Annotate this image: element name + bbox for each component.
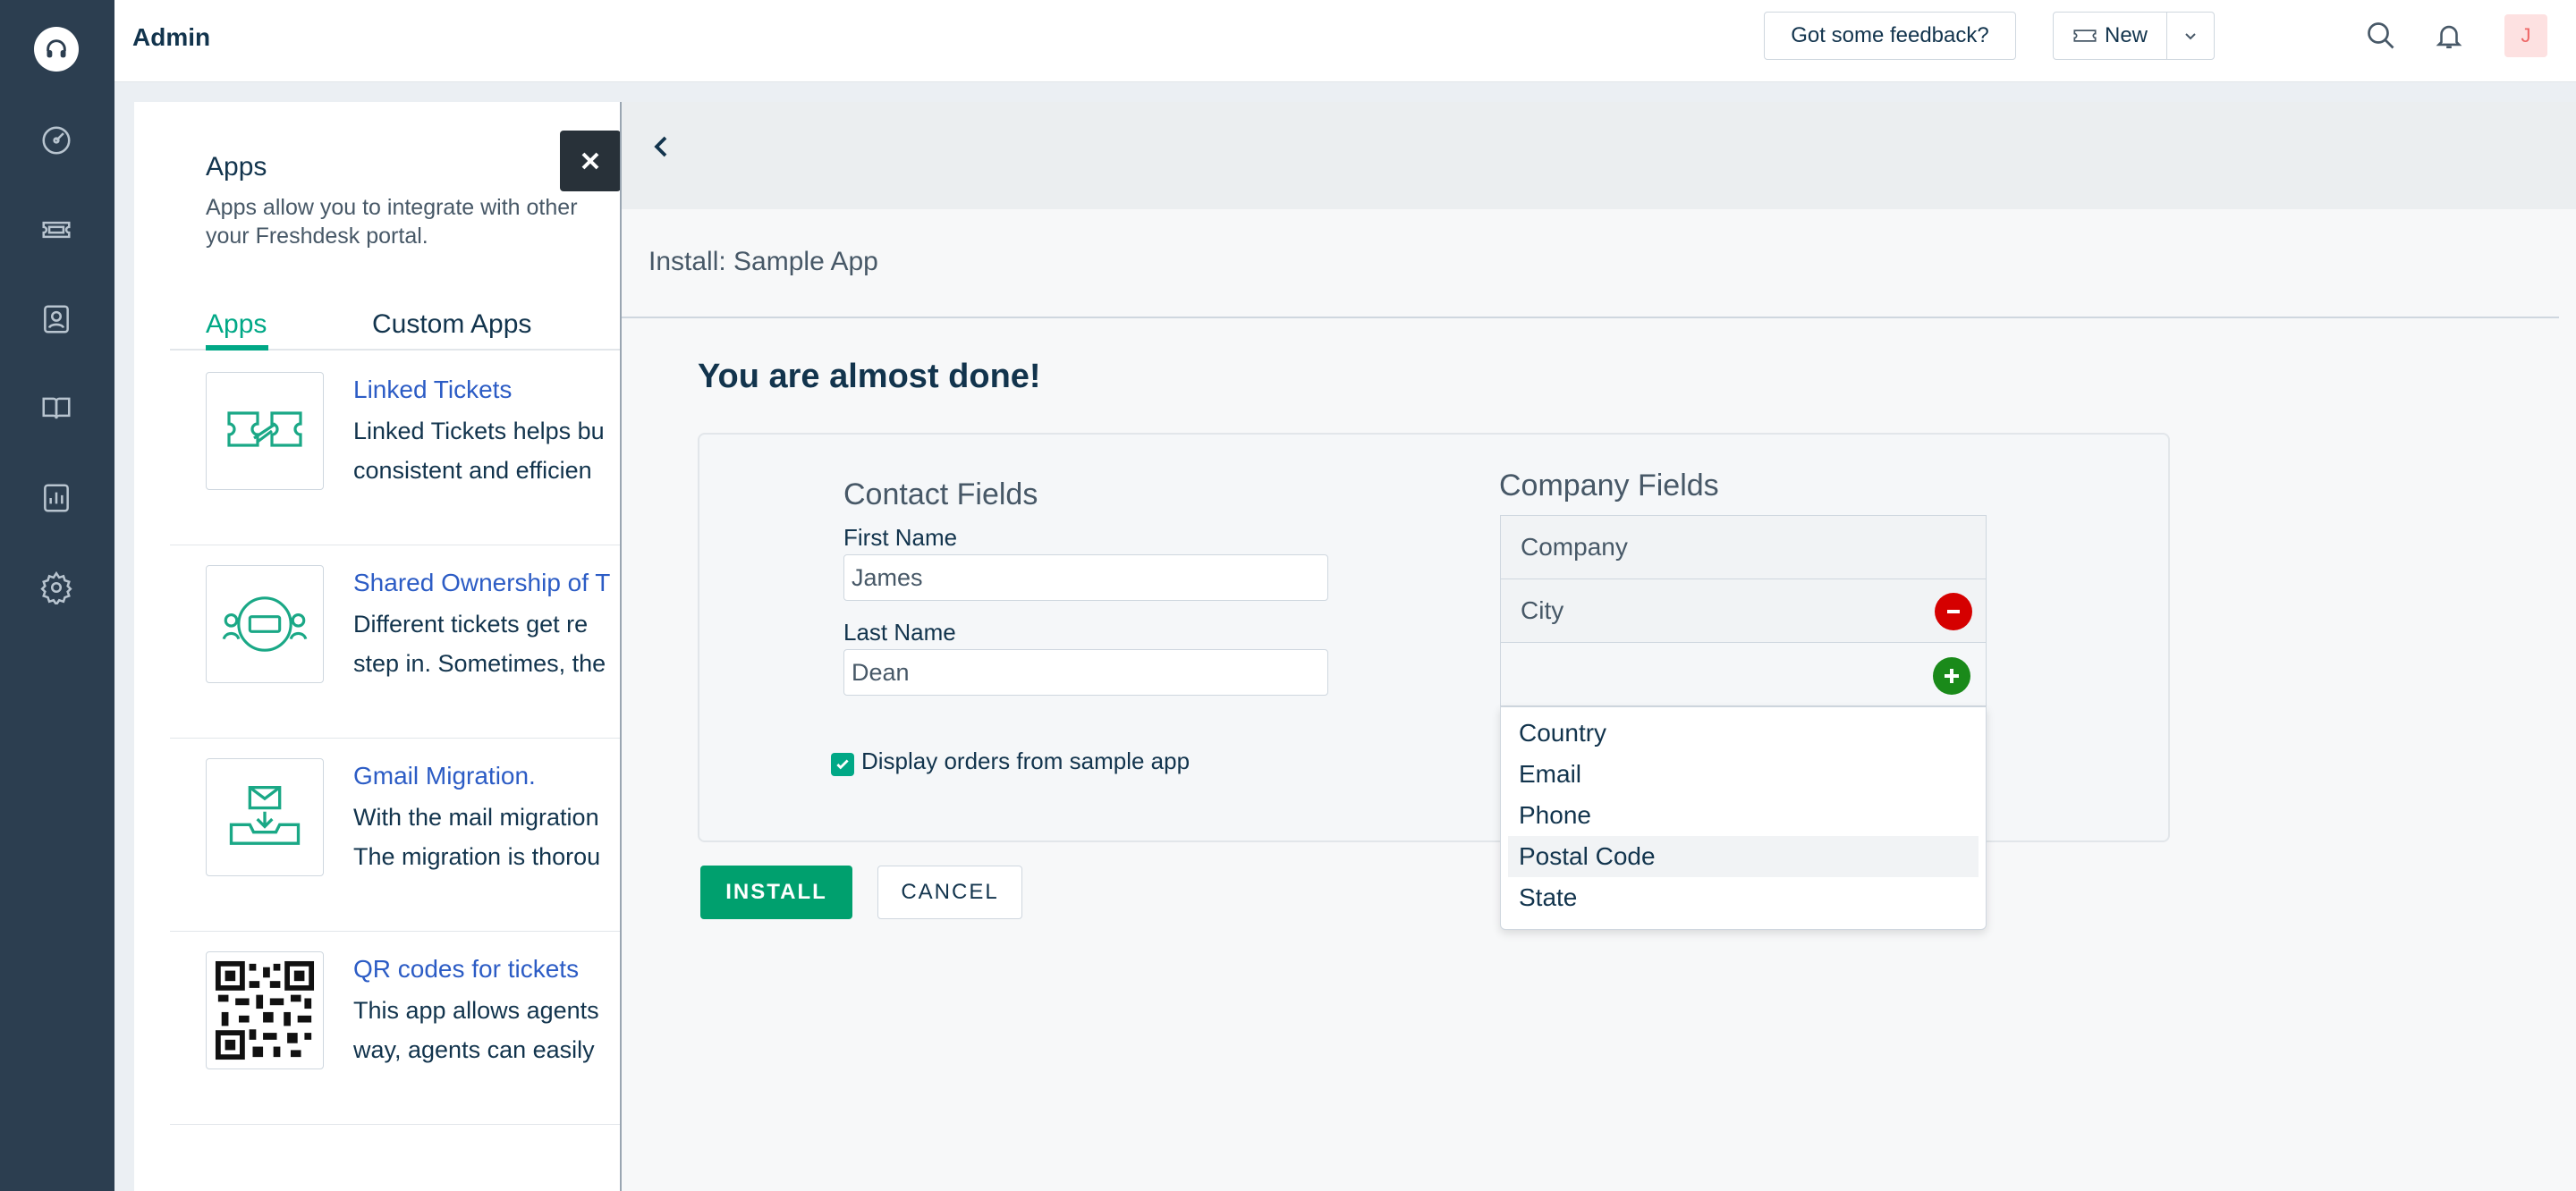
contact-fields-title: Contact Fields (843, 477, 1038, 511)
shared-ownership-icon (206, 565, 324, 683)
contacts-icon[interactable] (38, 300, 75, 338)
plus-icon (1945, 669, 1959, 683)
close-icon (581, 152, 599, 170)
company-field-company: Company (1500, 515, 1987, 579)
dropdown-option-postal-code[interactable]: Postal Code (1508, 836, 1979, 877)
first-name-label: First Name (843, 524, 958, 551)
cancel-button[interactable]: CANCEL (877, 866, 1022, 919)
app-name[interactable]: QR codes for tickets (353, 955, 579, 984)
company-field-dropdown: Country Email Phone Postal Code State (1500, 706, 1987, 930)
active-tab-indicator (206, 345, 268, 351)
back-chevron-icon[interactable] (643, 129, 679, 165)
apps-heading: Apps (206, 152, 267, 182)
dashboard-icon[interactable] (38, 122, 75, 159)
linked-tickets-icon (206, 372, 324, 490)
notification-bell-icon[interactable] (2429, 16, 2469, 55)
tab-custom-apps[interactable]: Custom Apps (372, 309, 531, 340)
add-field-button[interactable] (1933, 657, 1970, 695)
first-name-input[interactable] (843, 554, 1328, 601)
feedback-button[interactable]: Got some feedback? (1764, 12, 2016, 60)
company-fields-title: Company Fields (1499, 469, 1719, 503)
app-name[interactable]: Gmail Migration. (353, 762, 536, 790)
dropdown-option-email[interactable]: Email (1508, 754, 1979, 795)
panel-header (622, 102, 2576, 209)
dropdown-option-phone[interactable]: Phone (1508, 795, 1979, 836)
display-orders-label[interactable]: Display orders from sample app (861, 748, 1190, 775)
chevron-down-icon (2185, 33, 2196, 40)
company-field-city: City (1500, 579, 1987, 643)
new-button[interactable]: New (2053, 12, 2167, 60)
new-button-label: New (2104, 23, 2148, 47)
dropdown-option-state[interactable]: State (1508, 877, 1979, 918)
last-name-label: Last Name (843, 619, 956, 646)
company-field-add-select[interactable] (1500, 642, 1987, 706)
tab-apps[interactable]: Apps (206, 309, 267, 340)
tickets-icon[interactable] (38, 211, 75, 249)
settings-icon[interactable] (38, 569, 75, 606)
minus-icon (1947, 610, 1960, 613)
close-panel-button[interactable] (560, 131, 621, 191)
last-name-input[interactable] (843, 649, 1328, 696)
app-name[interactable]: Shared Ownership of T (353, 569, 610, 597)
install-button[interactable]: INSTALL (700, 866, 852, 919)
dropdown-option-country[interactable]: Country (1508, 713, 1979, 754)
ticket-icon (2073, 30, 2097, 42)
checkmark-icon (836, 759, 849, 770)
user-avatar[interactable]: J (2504, 14, 2547, 57)
display-orders-checkbox[interactable] (831, 753, 854, 776)
page-title: Admin (132, 23, 211, 51)
remove-field-button[interactable] (1935, 593, 1972, 630)
gmail-migration-icon (206, 758, 324, 876)
reports-icon[interactable] (38, 479, 75, 517)
qr-code-icon (206, 951, 324, 1069)
install-app-panel: Install: Sample App You are almost done!… (620, 102, 2576, 1191)
knowledge-base-icon[interactable] (38, 390, 75, 427)
sidebar (0, 0, 114, 1191)
logo-headset-icon[interactable] (34, 27, 79, 72)
app-name[interactable]: Linked Tickets (353, 376, 512, 404)
completion-heading: You are almost done! (698, 358, 1041, 395)
panel-title-bar: Install: Sample App (622, 209, 2559, 318)
panel-title: Install: Sample App (648, 247, 878, 276)
search-icon[interactable] (2361, 16, 2401, 55)
new-dropdown-toggle[interactable] (2166, 12, 2215, 60)
